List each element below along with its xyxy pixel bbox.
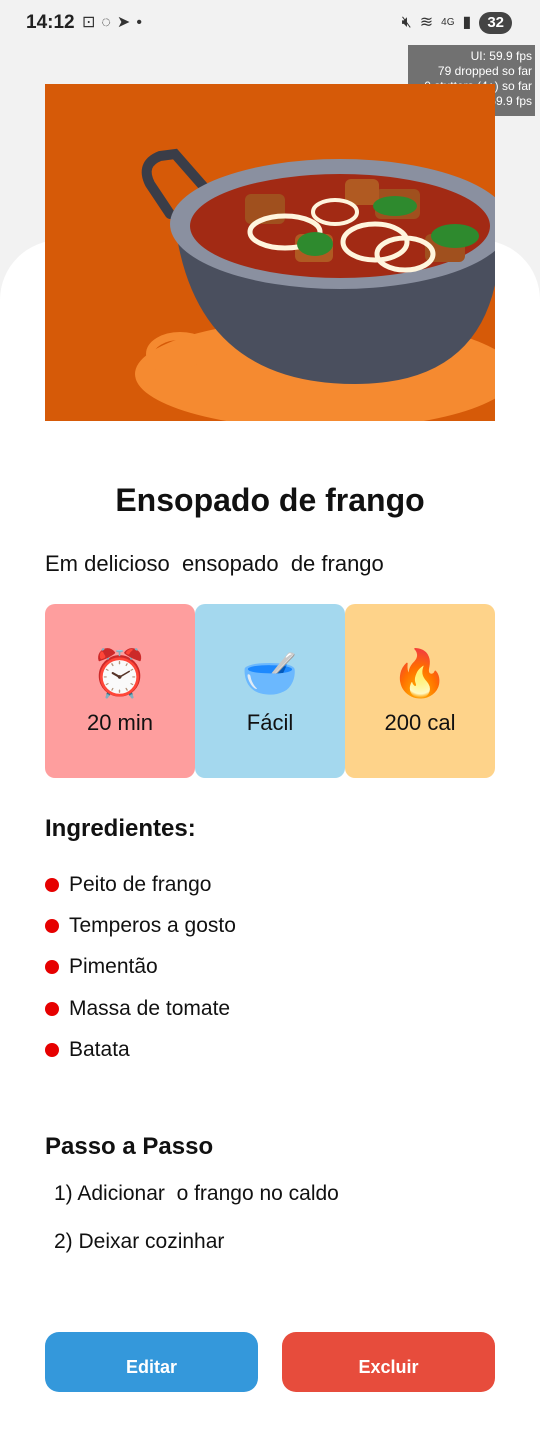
ingredients-list: Peito de frango Temperos a gosto Pimentã… [45, 864, 236, 1070]
step-item: 1) Adicionar o frango no caldo [54, 1182, 339, 1205]
ingredient-label: Batata [69, 1037, 130, 1061]
alarm-clock-icon: ⏰ [91, 647, 149, 699]
whatsapp-icon: ◌ [101, 14, 111, 31]
calories-value: 200 cal [384, 710, 456, 735]
dropped-frames: 79 dropped so far [437, 64, 532, 78]
battery-icon: 32 [479, 12, 512, 34]
time-value: 20 min [86, 710, 154, 735]
wifi-icon: ≋ [419, 14, 434, 31]
screenshot-icon: ⊡ [82, 14, 96, 31]
status-bar: 14:12 ⊡ ◌ ➤ • 🔇︎ ≋ 4G ▮ 32 [0, 0, 540, 48]
step-item: 2) Deixar cozinhar [54, 1230, 225, 1253]
delete-button-label: Excluir [358, 1356, 419, 1377]
bullet-icon [45, 1042, 59, 1057]
ingredient-label: Peito de frango [69, 872, 212, 896]
list-item: Pimentão [45, 947, 236, 988]
edit-button-label: Editar [125, 1356, 177, 1377]
recipe-description: Em delicioso ensopado de frango [45, 551, 384, 576]
signal-icon: ▮ [462, 14, 472, 31]
bullet-icon [45, 877, 59, 892]
recipe-image [45, 84, 495, 421]
mute-icon: 🔇︎ [401, 14, 412, 31]
calories-card: 🔥 200 cal [345, 604, 495, 778]
list-item: Peito de frango [45, 864, 236, 905]
bullet-icon [45, 960, 59, 975]
status-time: 14:12 [26, 12, 75, 33]
steps-list: 1) Adicionar o frango no caldo 2) Deixar… [54, 1182, 339, 1278]
ingredients-heading: Ingredientes: [45, 815, 196, 842]
list-item: Massa de tomate [45, 988, 236, 1029]
recipe-title: Ensopado de frango [115, 482, 425, 518]
list-item: Temperos a gosto [45, 905, 236, 946]
steps-heading: Passo a Passo [45, 1133, 214, 1160]
ingredient-label: Temperos a gosto [69, 913, 236, 937]
network-label: 4G [441, 17, 455, 28]
ingredient-label: Pimentão [69, 955, 158, 979]
edit-button[interactable]: Editar [45, 1332, 258, 1392]
delete-button[interactable]: Excluir [282, 1332, 495, 1392]
list-item: Batata [45, 1029, 236, 1070]
telegram-icon: ➤ [116, 14, 131, 31]
difficulty-value: Fácil [246, 710, 294, 735]
fire-icon: 🔥 [391, 647, 449, 699]
ui-fps: UI: 59.9 fps [470, 49, 532, 63]
bowl-icon: 🥣 [241, 647, 299, 699]
ingredient-label: Massa de tomate [69, 996, 231, 1020]
bullet-icon [45, 1001, 59, 1016]
difficulty-card: 🥣 Fácil [195, 604, 345, 778]
dot-icon: • [136, 14, 142, 31]
time-card: ⏰ 20 min [45, 604, 195, 778]
bullet-icon [45, 918, 59, 933]
recipe-info-row: ⏰ 20 min 🥣 Fácil 🔥 200 cal [45, 604, 495, 778]
